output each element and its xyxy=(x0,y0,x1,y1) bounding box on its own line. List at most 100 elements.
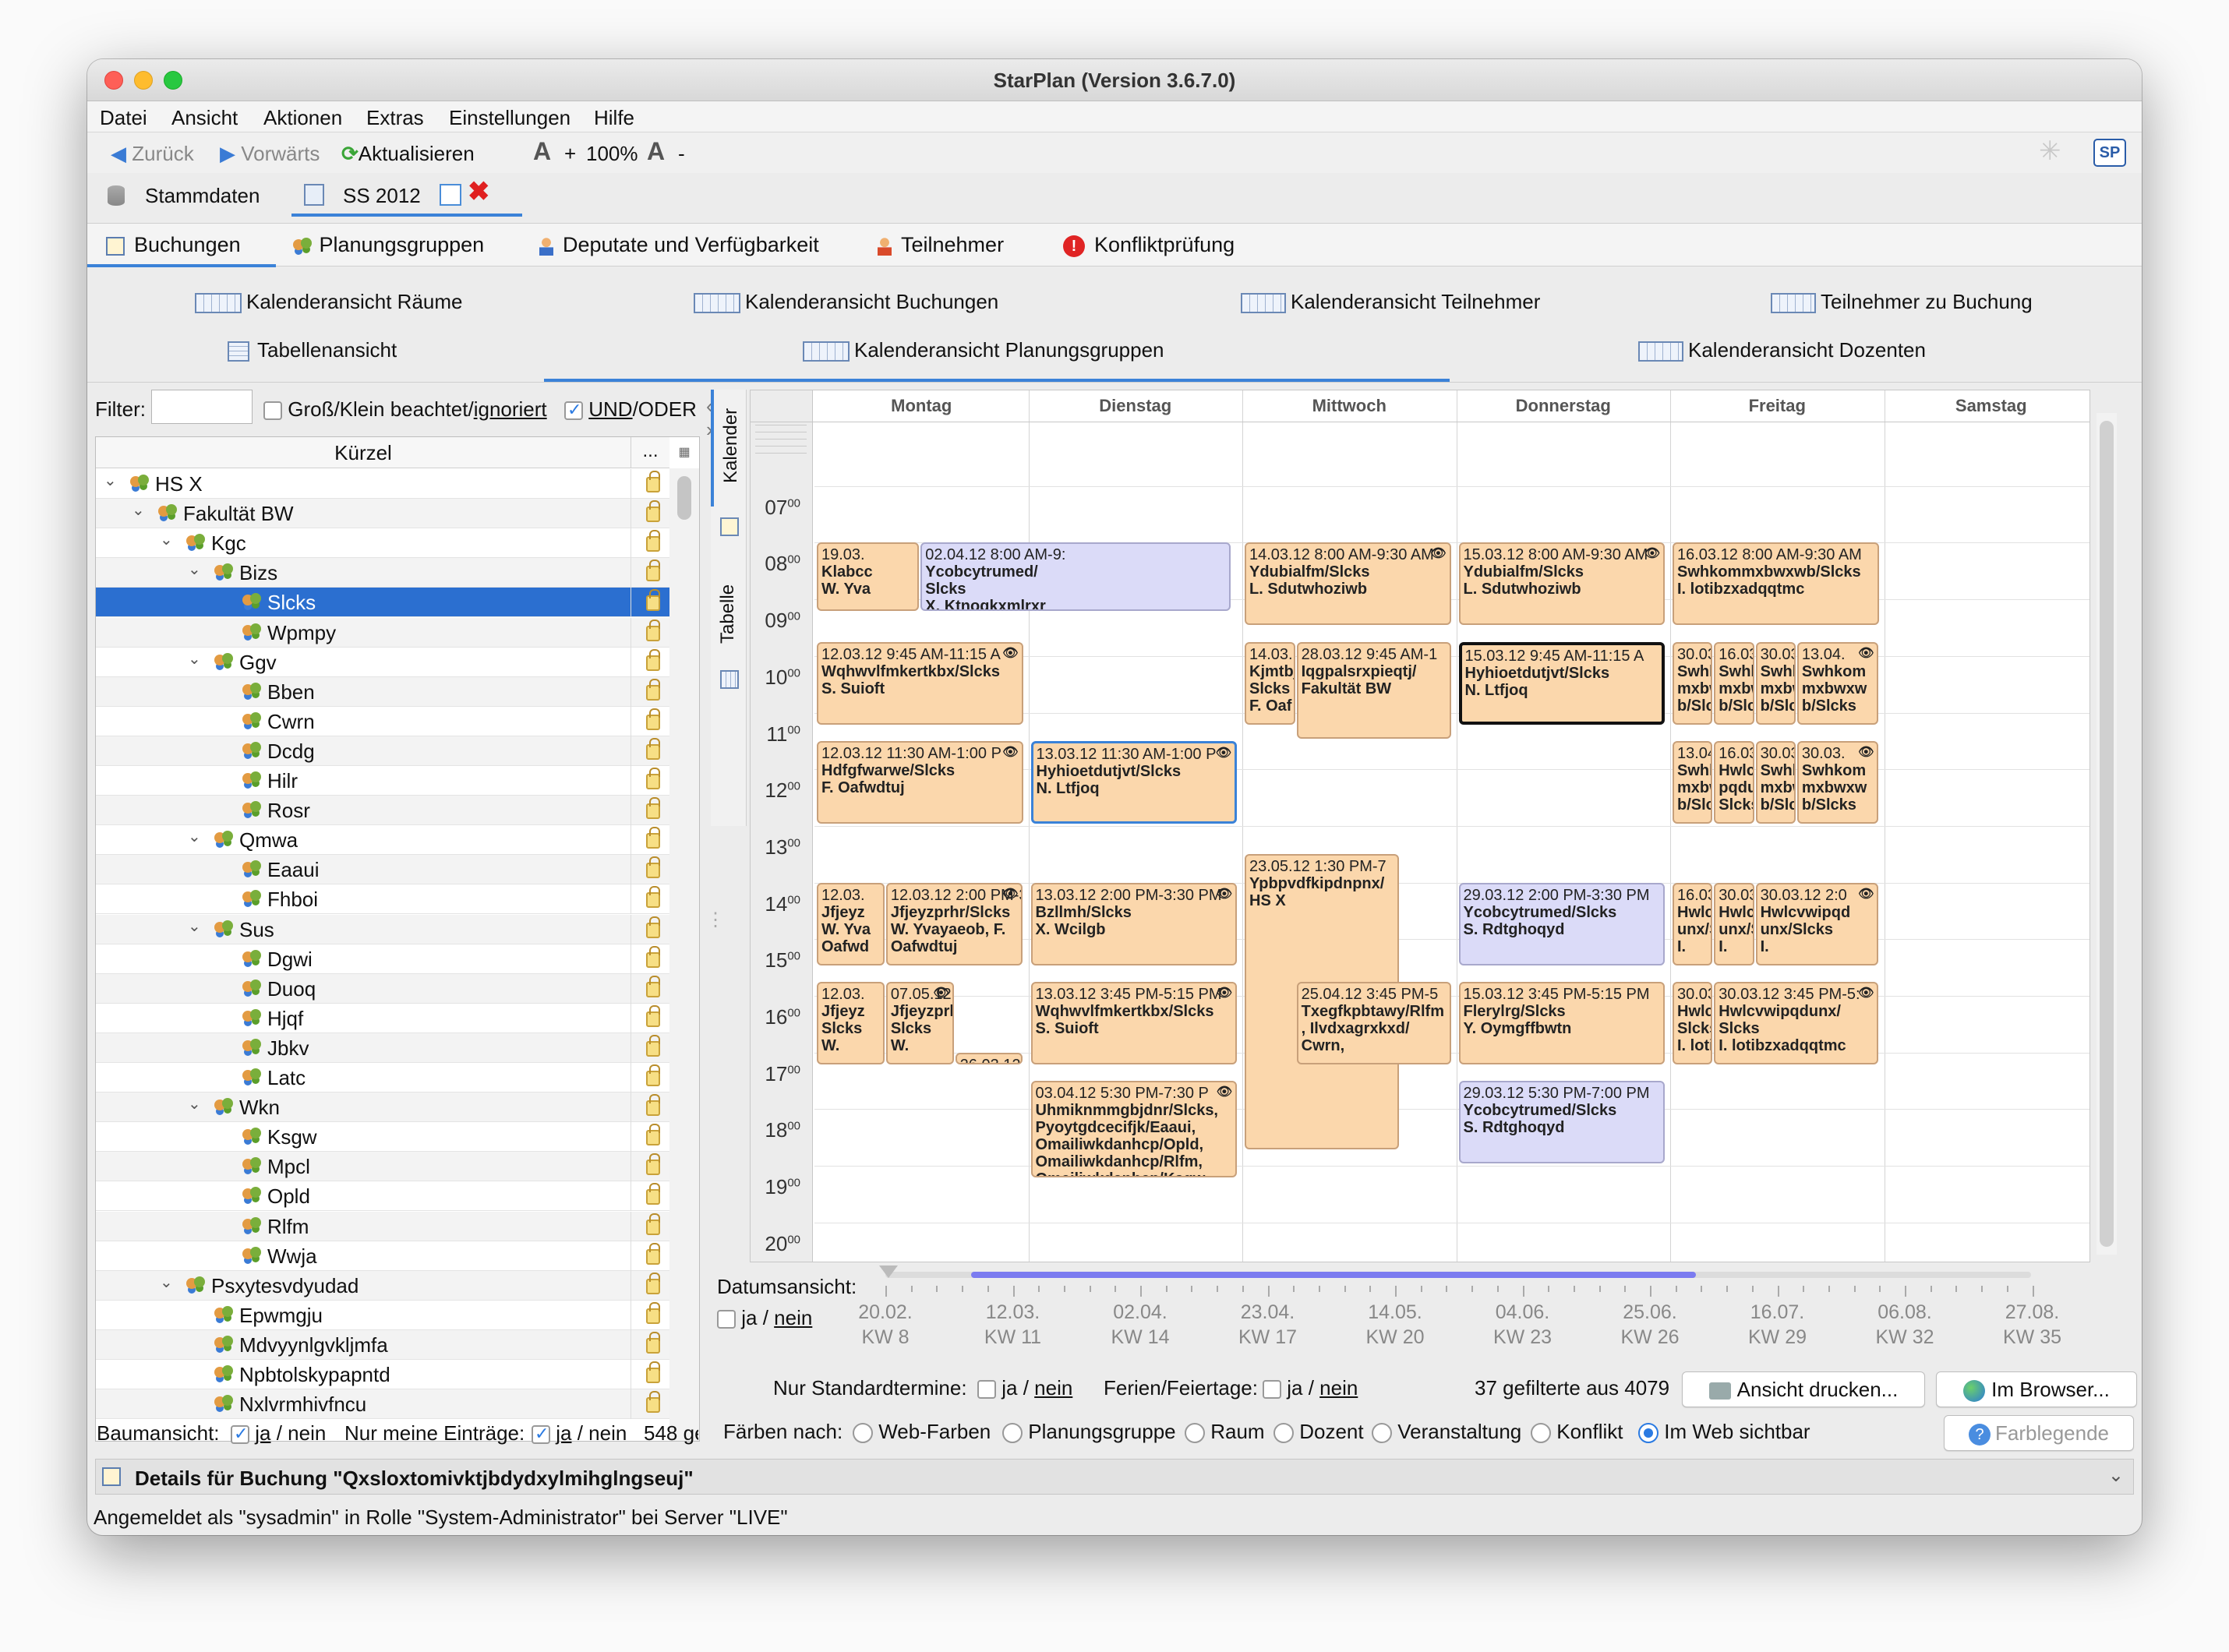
tree-row[interactable]: Bben xyxy=(96,676,669,707)
color-event[interactable]: Veranstaltung xyxy=(1372,1420,1521,1444)
tree-row[interactable]: ⌄ Sus xyxy=(96,914,669,944)
color-group-radio[interactable] xyxy=(1002,1423,1023,1444)
holiday-nein[interactable]: nein xyxy=(1319,1376,1358,1400)
lock-cell[interactable] xyxy=(631,1300,669,1330)
calendar-event[interactable]: 26.03.12 5:0 xyxy=(955,1052,1023,1064)
forward-button[interactable]: ▶ Vorwärts xyxy=(220,142,320,166)
calendar-event[interactable]: 13.04. Swhkom mxbwxw b/Slcks 👁 xyxy=(1796,641,1879,725)
expand-chevron-icon[interactable]: ⌄ xyxy=(160,1268,173,1297)
calendar-event[interactable]: 16.03Swhkmxbwb/Slc xyxy=(1714,641,1754,725)
lock-cell[interactable] xyxy=(631,1241,669,1271)
and-label[interactable]: UND xyxy=(588,397,632,421)
tree-row[interactable]: Latc xyxy=(96,1063,669,1093)
tree-row[interactable]: Dgwi xyxy=(96,944,669,974)
date-view-checkbox[interactable] xyxy=(717,1310,736,1329)
std-terms-checkbox[interactable] xyxy=(977,1380,996,1400)
calendar-event[interactable]: 16.03HwlcpqduSlcks xyxy=(1714,740,1754,824)
lock-cell[interactable] xyxy=(631,1003,669,1033)
calendar-scrollbar-thumb[interactable] xyxy=(2100,421,2114,1247)
lock-cell[interactable] xyxy=(631,1329,669,1360)
lock-cell[interactable] xyxy=(631,617,669,648)
my-entries-ja[interactable]: ja xyxy=(556,1421,571,1445)
calendar-event[interactable]: 30.03Swhkmxbwb/Slc xyxy=(1755,641,1796,725)
view-tabellenansicht[interactable]: Tabellenansicht xyxy=(228,338,397,362)
expand-details-icon[interactable]: ⌄ xyxy=(2108,1464,2124,1487)
calendar-event[interactable]: 15.03.12 3:45 PM-5:15 PM Flerylrg/Slcks Y.… xyxy=(1458,981,1665,1064)
tree-row[interactable]: ⌄ Qmwa xyxy=(96,825,669,856)
lock-cell[interactable] xyxy=(631,1211,669,1241)
tree-column-kuerzel[interactable]: Kürzel xyxy=(96,437,631,468)
lock-cell[interactable] xyxy=(631,796,669,826)
lock-cell[interactable] xyxy=(631,944,669,974)
lock-cell[interactable] xyxy=(631,1270,669,1301)
menu-einstellungen[interactable]: Einstellungen xyxy=(449,106,570,130)
calendar-event[interactable]: 16.03.Hwlcvunx/SlI. xyxy=(1673,882,1713,965)
calendar-event[interactable]: 02.04.12 8:00 AM-9: Ycobcytrumed/Slcks X. … xyxy=(920,542,1231,612)
calendar-event[interactable]: 29.03.12 5:30 PM-7:00 PM Ycobcytrumed/Slc… xyxy=(1458,1081,1665,1164)
view-kalender-dozenten[interactable]: Kalenderansicht Dozenten xyxy=(1638,338,1926,362)
view-kalender-raeume[interactable]: Kalenderansicht Räume xyxy=(195,290,463,314)
calendar-event[interactable]: 30.03.12 2:0 Hwlcvwipqd unx/Slcks I. 👁 xyxy=(1755,882,1879,965)
column-chooser-icon[interactable]: ▦ xyxy=(669,437,699,468)
my-entries-toggle[interactable]: ja / nein xyxy=(532,1421,627,1446)
tree-row[interactable]: ⌄ Kgc xyxy=(96,525,669,559)
tree-row[interactable]: ⌄ HS X xyxy=(96,469,669,499)
calendar-event[interactable]: 30.03Swhkmxbwb/Slc xyxy=(1755,740,1796,824)
calendar-event[interactable]: 13.04Swhkmxbwb/Slc xyxy=(1673,740,1713,824)
tree-row[interactable]: Mpcl xyxy=(96,1152,669,1182)
lock-cell[interactable] xyxy=(631,528,669,559)
expand-chevron-icon[interactable]: ⌄ xyxy=(188,1089,201,1119)
color-legend-button[interactable]: ? Farblegende xyxy=(1944,1415,2134,1451)
close-sheet-icon[interactable]: ✖ xyxy=(468,176,490,207)
tree-row[interactable]: Rosr xyxy=(96,796,669,826)
tree-scrollbar[interactable] xyxy=(669,468,699,1441)
lock-cell[interactable] xyxy=(631,1181,669,1212)
view-teilnehmer-zu-buchung[interactable]: Teilnehmer zu Buchung xyxy=(1771,290,2033,314)
color-lecturer[interactable]: Dozent xyxy=(1273,1420,1364,1444)
print-view-button[interactable]: Ansicht drucken... xyxy=(1682,1371,1925,1407)
case-ignored-label[interactable]: ignoriert xyxy=(474,397,547,421)
color-room[interactable]: Raum xyxy=(1185,1420,1265,1444)
calendar-event[interactable]: 15.03.12 8:00 AM-9:30 AM Ydubialfm/Slcks L… xyxy=(1458,542,1665,626)
calendar-event[interactable]: 12.03.12 2:00 PM-3: Jfjeyzprhr/Slcks W. Yv… xyxy=(885,882,1023,965)
calendar-scrollbar[interactable] xyxy=(2097,413,2117,1255)
date-view-nein[interactable]: nein xyxy=(774,1306,812,1329)
case-checkbox[interactable] xyxy=(263,401,282,421)
calendar-event[interactable]: 30.03Swhkmxbwb/Slc xyxy=(1673,641,1713,725)
tree-row[interactable]: Fhboi xyxy=(96,884,669,915)
open-browser-button[interactable]: Im Browser... xyxy=(1936,1371,2137,1407)
lock-cell[interactable] xyxy=(631,736,669,766)
expand-chevron-icon[interactable]: ⌄ xyxy=(160,525,173,555)
lock-cell[interactable] xyxy=(631,1152,669,1182)
minimize-window-button[interactable] xyxy=(134,71,153,90)
expand-chevron-icon[interactable]: ⌄ xyxy=(188,555,201,584)
lock-cell[interactable] xyxy=(631,499,669,529)
color-web-visible[interactable]: Im Web sichtbar xyxy=(1638,1420,1810,1444)
lock-cell[interactable] xyxy=(631,884,669,915)
lock-cell[interactable] xyxy=(631,855,669,885)
filter-input[interactable] xyxy=(151,390,253,424)
tree-row[interactable]: Hjqf xyxy=(96,1003,669,1033)
expand-chevron-icon[interactable]: ⌄ xyxy=(132,496,145,525)
menu-ansicht[interactable]: Ansicht xyxy=(171,106,238,130)
calendar-event[interactable]: 30.03. Swhkom mxbwxw b/Slcks 👁 xyxy=(1796,740,1879,824)
expand-chevron-icon[interactable]: ⌄ xyxy=(104,466,117,496)
color-web[interactable]: Web-Farben xyxy=(853,1420,991,1444)
calendar-event[interactable]: 16.03.12 8:00 AM-9:30 AM Swhkommxbwxwb/Sl… xyxy=(1673,542,1879,626)
lock-cell[interactable] xyxy=(631,1360,669,1389)
lock-cell[interactable] xyxy=(631,1389,669,1420)
calendar-event[interactable]: 14.03. Kjmtbj Slcks F. Oaf xyxy=(1245,641,1295,725)
calendar-event[interactable]: 12.03. Jfjeyz W. Yva Oafwd xyxy=(817,882,885,965)
tree-row[interactable]: ⌄ Psxytesvdyudad xyxy=(96,1268,669,1301)
tab-buchungen[interactable]: Buchungen xyxy=(87,224,276,267)
color-conflict-radio[interactable] xyxy=(1531,1423,1551,1444)
date-view-toggle[interactable]: ja / nein xyxy=(717,1306,812,1330)
and-or-checkbox[interactable] xyxy=(564,400,583,421)
tab-kalender[interactable]: Kalender xyxy=(711,390,747,507)
lock-cell[interactable] xyxy=(631,1093,669,1123)
tab-planungsgruppen[interactable]: Planungsgruppen xyxy=(293,233,484,257)
date-timeline[interactable]: 20.02. KW 8 12.03. KW 11 02.04. KW 14 23.04. KW… xyxy=(858,1262,2142,1379)
lock-cell[interactable] xyxy=(631,914,669,944)
save-sheet-icon[interactable] xyxy=(440,184,461,206)
and-or-toggle[interactable]: UND/ODER xyxy=(564,397,697,422)
